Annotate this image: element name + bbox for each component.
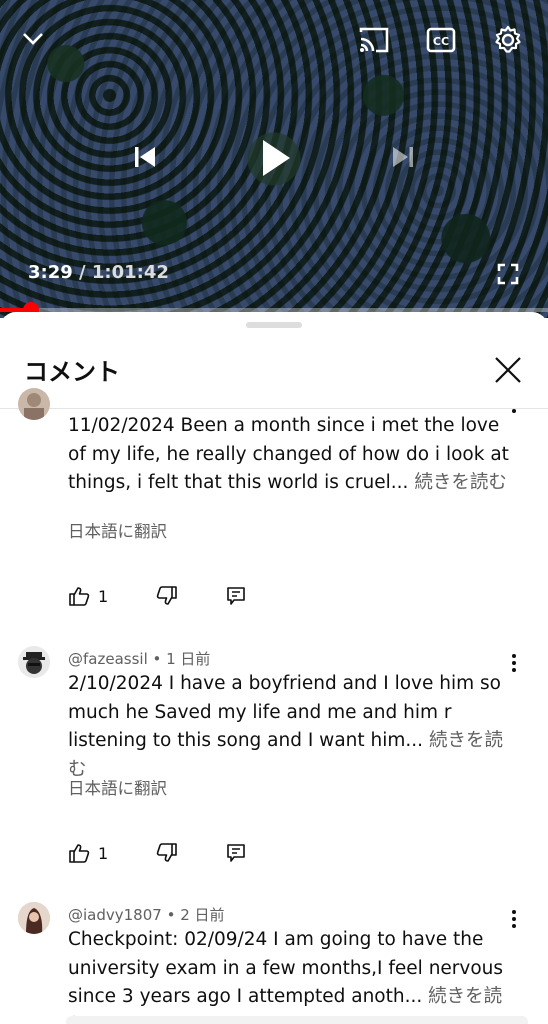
play-button[interactable]	[254, 134, 298, 182]
fullscreen-button[interactable]	[494, 260, 522, 288]
thumb-up-icon	[69, 587, 90, 606]
avatar[interactable]	[18, 388, 50, 420]
fullscreen-icon	[497, 263, 519, 285]
comment-text: 2/10/2024 I have a boyfriend and I love …	[68, 673, 503, 780]
current-time: 3:29	[28, 262, 73, 283]
thumb-down-icon	[156, 843, 177, 862]
chevron-down-icon	[23, 33, 43, 45]
cast-icon	[359, 27, 389, 53]
translate-link[interactable]: 日本語に翻訳	[68, 518, 167, 542]
comments-panel: コメント 11/02/2024 Been a month since i met…	[0, 312, 548, 1024]
reply-icon	[227, 587, 245, 605]
avatar-image	[23, 652, 45, 674]
avatar[interactable]	[18, 902, 50, 934]
like-button[interactable]: 1	[68, 586, 108, 606]
read-more-link[interactable]: 続きを読む	[414, 472, 507, 493]
skip-previous-icon	[135, 147, 155, 167]
drag-handle[interactable]	[246, 322, 302, 328]
reply-button[interactable]	[226, 843, 246, 863]
thumb-up-icon	[69, 844, 90, 863]
dislike-button[interactable]	[156, 843, 178, 863]
comment-actions: 1	[68, 841, 246, 865]
like-button[interactable]: 1	[68, 843, 108, 863]
close-icon	[495, 357, 521, 383]
avatar[interactable]	[18, 646, 50, 678]
next-button[interactable]	[386, 140, 420, 174]
time-display: 3:29 / 1:01:42	[28, 262, 169, 283]
comment-actions: 1	[68, 584, 246, 608]
collapse-button[interactable]	[18, 24, 48, 54]
comment-time: 1 日前	[166, 650, 211, 668]
reply-icon	[227, 844, 245, 862]
svg-text:CC: CC	[433, 35, 449, 48]
comment-author[interactable]: @fazeassil	[68, 650, 148, 668]
comment-text: 11/02/2024 Been a month since i met the …	[68, 415, 509, 493]
avatar-image	[18, 902, 50, 934]
thumb-down-icon	[156, 586, 177, 605]
like-count: 1	[98, 586, 109, 606]
previous-button[interactable]	[128, 140, 162, 174]
cast-button[interactable]	[356, 24, 392, 56]
gear-icon	[495, 25, 521, 53]
comment-time: 2 日前	[180, 906, 225, 924]
comment-author[interactable]: @iadvy1807	[68, 906, 162, 924]
comment-meta: @iadvy1807 • 2 日前	[68, 906, 225, 924]
time-separator: /	[72, 262, 92, 283]
translate-link[interactable]: 日本語に翻訳	[68, 775, 167, 799]
captions-button[interactable]: CC	[424, 24, 458, 56]
video-player[interactable]: CC 3:29 / 1:01:42	[0, 0, 548, 318]
close-button[interactable]	[492, 354, 524, 386]
like-count: 1	[98, 843, 109, 863]
play-icon	[263, 140, 290, 176]
divider	[0, 408, 548, 409]
cc-icon: CC	[426, 27, 456, 53]
settings-button[interactable]	[490, 22, 526, 58]
reply-button[interactable]	[226, 586, 246, 606]
avatar-image	[24, 393, 44, 420]
duration: 1:01:42	[91, 262, 169, 283]
reply-input-bar[interactable]	[66, 1016, 528, 1024]
panel-title: コメント	[24, 358, 120, 386]
dislike-button[interactable]	[156, 586, 178, 606]
comment-meta: @fazeassil • 1 日前	[68, 650, 211, 668]
comment-text: Checkpoint: 02/09/24 I am going to have …	[68, 926, 518, 1024]
skip-next-icon	[393, 147, 413, 167]
